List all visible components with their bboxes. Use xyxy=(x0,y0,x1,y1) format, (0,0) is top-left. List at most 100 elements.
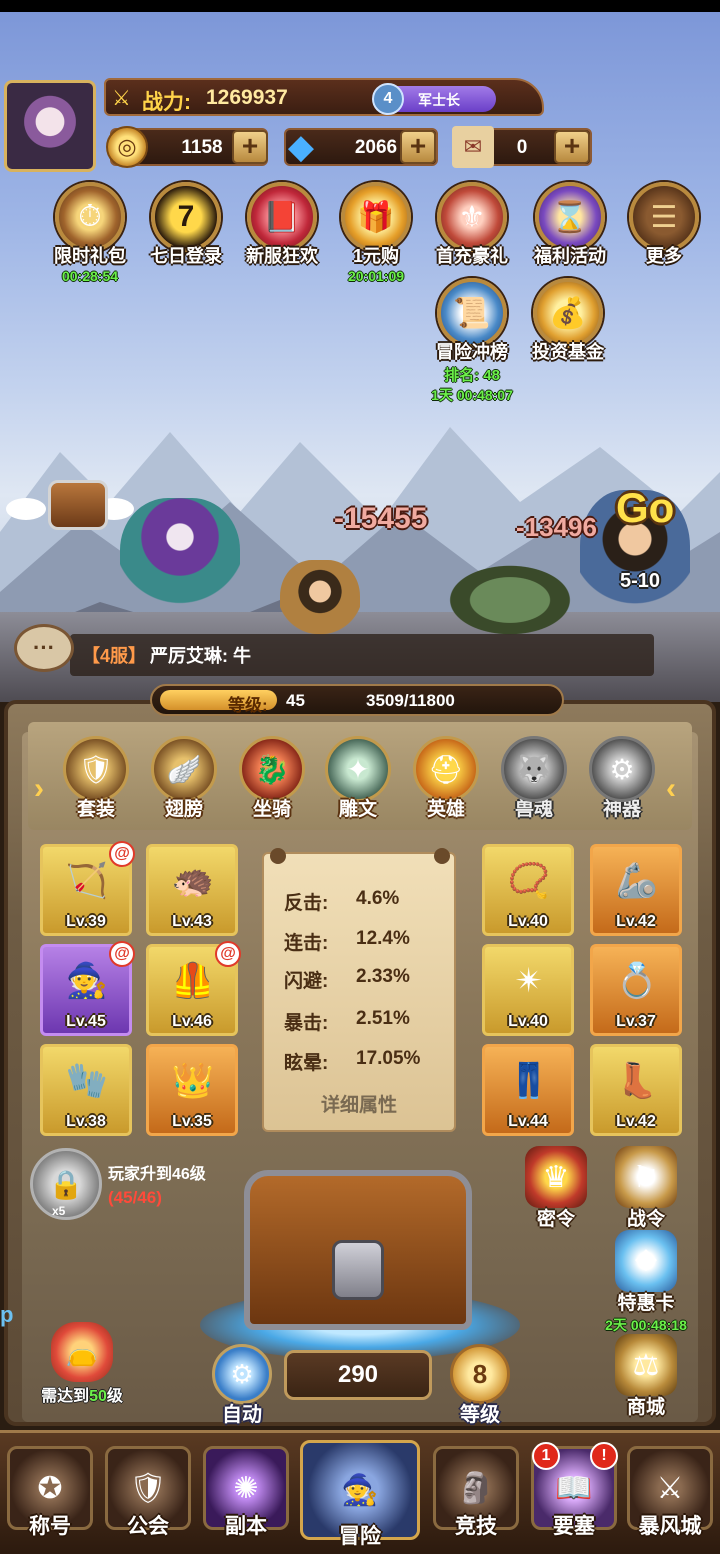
activity-adventure-rank[interactable]: 📜 冒险冲榜 排名: 48 1天 00:48:07 xyxy=(424,278,520,405)
equip-slot-weapon[interactable]: 🏹 @ Lv.39 xyxy=(40,841,135,936)
glyph-icon: ✦ xyxy=(325,736,391,802)
tab-label: 翅膀 xyxy=(164,799,203,820)
equip-slot-gloves[interactable]: 🧤 Lv.38 xyxy=(40,1044,132,1136)
activity-first-recharge[interactable]: ⚜ 首充豪礼 xyxy=(424,182,520,268)
wing-left-icon xyxy=(6,498,46,520)
activity-label: 限时礼包 xyxy=(54,246,126,266)
nav-title[interactable]: ✪ 称号 xyxy=(4,1446,96,1546)
activity-label: 投资基金 xyxy=(532,342,604,362)
upgrade-badge-icon: @ xyxy=(109,841,135,867)
chest-level-num: 8 xyxy=(450,1344,510,1404)
reward-progress: (45/46) xyxy=(108,1188,162,1207)
auto-button[interactable]: ⚙ 自动 xyxy=(202,1344,282,1427)
dragon-mount-icon: 🐉 xyxy=(239,736,305,802)
flying-chest-icon[interactable] xyxy=(48,480,108,530)
equip-slot-belt[interactable]: 👑 Lv.35 xyxy=(146,1044,238,1136)
armor-set-icon: 🛡 xyxy=(63,736,129,802)
nav-dungeon[interactable]: ✺ 副本 xyxy=(200,1446,292,1546)
equip-slot-ring[interactable]: 💍 Lv.37 xyxy=(590,944,682,1036)
attr-value: 4.6% xyxy=(356,888,400,909)
chat-message: 严厉艾琳: 牛 xyxy=(150,646,251,666)
equip-slot-helmet[interactable]: 🧙 @ Lv.45 xyxy=(40,941,135,1036)
tab-beast-soul[interactable]: 🐺 兽魂 xyxy=(494,736,574,821)
tabs-left-arrow-icon[interactable]: › xyxy=(34,772,44,806)
equip-slot-bracers[interactable]: 🦾 Lv.42 xyxy=(590,844,682,936)
go-button[interactable]: Go xyxy=(616,484,674,532)
tab-armor-set[interactable]: 🛡 套装 xyxy=(56,736,136,821)
nav-fortress[interactable]: 📖 1 ! 要塞 xyxy=(528,1442,620,1546)
side-tab[interactable]: p xyxy=(0,1302,13,1328)
tab-wings[interactable]: 🪽 翅膀 xyxy=(144,736,224,821)
chest-count: 290 xyxy=(284,1350,432,1400)
chat-server: 【4服】 xyxy=(82,646,147,666)
equip-level: Lv.42 xyxy=(616,1113,656,1130)
chest-level-button[interactable]: 8 等级 xyxy=(440,1344,520,1427)
bow-icon: 🏹 xyxy=(65,862,109,900)
equip-slot-shoulder[interactable]: 🦔 Lv.43 xyxy=(146,844,238,936)
tab-glyph[interactable]: ✦ 雕文 xyxy=(318,736,398,821)
activity-seven-day-login[interactable]: 7 七日登录 xyxy=(138,182,234,268)
treasure-chest[interactable] xyxy=(244,1170,472,1330)
equip-slot-chest[interactable]: 🦺 @ Lv.46 xyxy=(146,941,241,1036)
need-level-value: 50 xyxy=(89,1388,107,1405)
activity-welfare[interactable]: ⌛ 福利活动 xyxy=(522,182,618,268)
tab-hero[interactable]: ⛑ 英雄 xyxy=(406,736,486,821)
scroll-ticket-icon: ✉ xyxy=(452,126,494,168)
stage-number: 5-10 xyxy=(620,570,661,592)
crown-shield-icon: ♛ xyxy=(525,1146,587,1208)
nav-label: 副本 xyxy=(225,1515,267,1538)
nav-stormwind[interactable]: ⚔ 暴风城 xyxy=(624,1446,716,1546)
shoulder-armor-icon: 🦔 xyxy=(171,862,215,900)
lock-icon xyxy=(332,1240,384,1300)
right-button-label: 密令 xyxy=(536,1209,575,1230)
rank-title: 军士长 xyxy=(418,92,460,108)
detailed-attributes-button[interactable]: 详细属性 xyxy=(264,1090,454,1117)
activity-more[interactable]: ☰ 更多 xyxy=(616,182,712,268)
tab-artifact[interactable]: ⚙ 神器 xyxy=(582,736,662,821)
activity-label: 七日登录 xyxy=(150,246,222,266)
add-diamond-button[interactable]: + xyxy=(400,130,436,164)
activity-investment-fund[interactable]: 💰 投资基金 xyxy=(520,278,616,364)
need-level-reward[interactable]: 👝 需达到50级 xyxy=(32,1322,132,1406)
gear-icon: ⚙ xyxy=(212,1344,272,1404)
status-bar xyxy=(0,0,720,12)
add-ticket-button[interactable]: + xyxy=(554,130,590,164)
activity-limited-pack[interactable]: ⏱ 限时礼包 00:28:54 xyxy=(42,182,138,284)
attr-name: 暴击: xyxy=(284,1013,329,1034)
nav-arena[interactable]: 🗿 竞技 xyxy=(430,1446,522,1546)
right-button-label: 特惠卡 xyxy=(617,1293,675,1314)
activity-label: 福利活动 xyxy=(534,246,606,266)
chat-bubble-icon[interactable]: ··· xyxy=(14,624,74,672)
scroll-pin-icon xyxy=(270,848,286,864)
shop-button[interactable]: ⚖ 商城 xyxy=(598,1334,694,1419)
scales-icon: ⚖ xyxy=(615,1334,677,1396)
secret-order-button[interactable]: ♛ 密令 xyxy=(508,1146,604,1231)
activity-timer: 1天 00:48:07 xyxy=(431,387,513,403)
attr-value: 2.51% xyxy=(356,1008,410,1029)
damage-number: -13496 xyxy=(516,512,597,542)
tabs-right-arrow-icon[interactable]: ‹ xyxy=(666,772,676,806)
equip-slot-necklace[interactable]: 📿 Lv.40 xyxy=(482,844,574,936)
special-card-button[interactable]: ❖ 特惠卡 2天 00:48:18 xyxy=(598,1230,694,1335)
banner-icon: ⚑ xyxy=(615,1146,677,1208)
rank-level: 4 xyxy=(372,83,404,115)
equip-slot-amulet[interactable]: ✴ Lv.40 xyxy=(482,944,574,1036)
nav-adventure[interactable]: 🧙 冒险 xyxy=(298,1440,422,1548)
activity-one-yuan[interactable]: 🎁 1元购 20:01:09 xyxy=(328,182,424,284)
tab-mount[interactable]: 🐉 坐骑 xyxy=(232,736,312,821)
activity-timer: 00:28:54 xyxy=(61,268,119,284)
equip-slot-pants[interactable]: 👖 Lv.44 xyxy=(482,1044,574,1136)
rank-badge[interactable]: 4 军士长 xyxy=(372,83,496,115)
nav-label: 暴风城 xyxy=(638,1515,702,1538)
player-avatar[interactable] xyxy=(4,80,96,172)
battle-pass-button[interactable]: ⚑ 战令 xyxy=(598,1146,694,1231)
nav-label: 称号 xyxy=(29,1515,71,1538)
equip-slot-boots[interactable]: 👢 Lv.42 xyxy=(590,1044,682,1136)
equip-level: Lv.37 xyxy=(616,1013,656,1030)
activity-timer: 20:01:09 xyxy=(347,268,405,284)
add-gold-button[interactable]: + xyxy=(232,130,268,164)
level-reward[interactable]: 🔒 x5 玩家升到46级 (45/46) xyxy=(30,1148,240,1220)
nav-guild[interactable]: 🛡 公会 xyxy=(102,1446,194,1546)
activity-new-server[interactable]: 📕 新服狂欢 xyxy=(234,182,330,268)
attr-name: 反击: xyxy=(284,893,329,914)
